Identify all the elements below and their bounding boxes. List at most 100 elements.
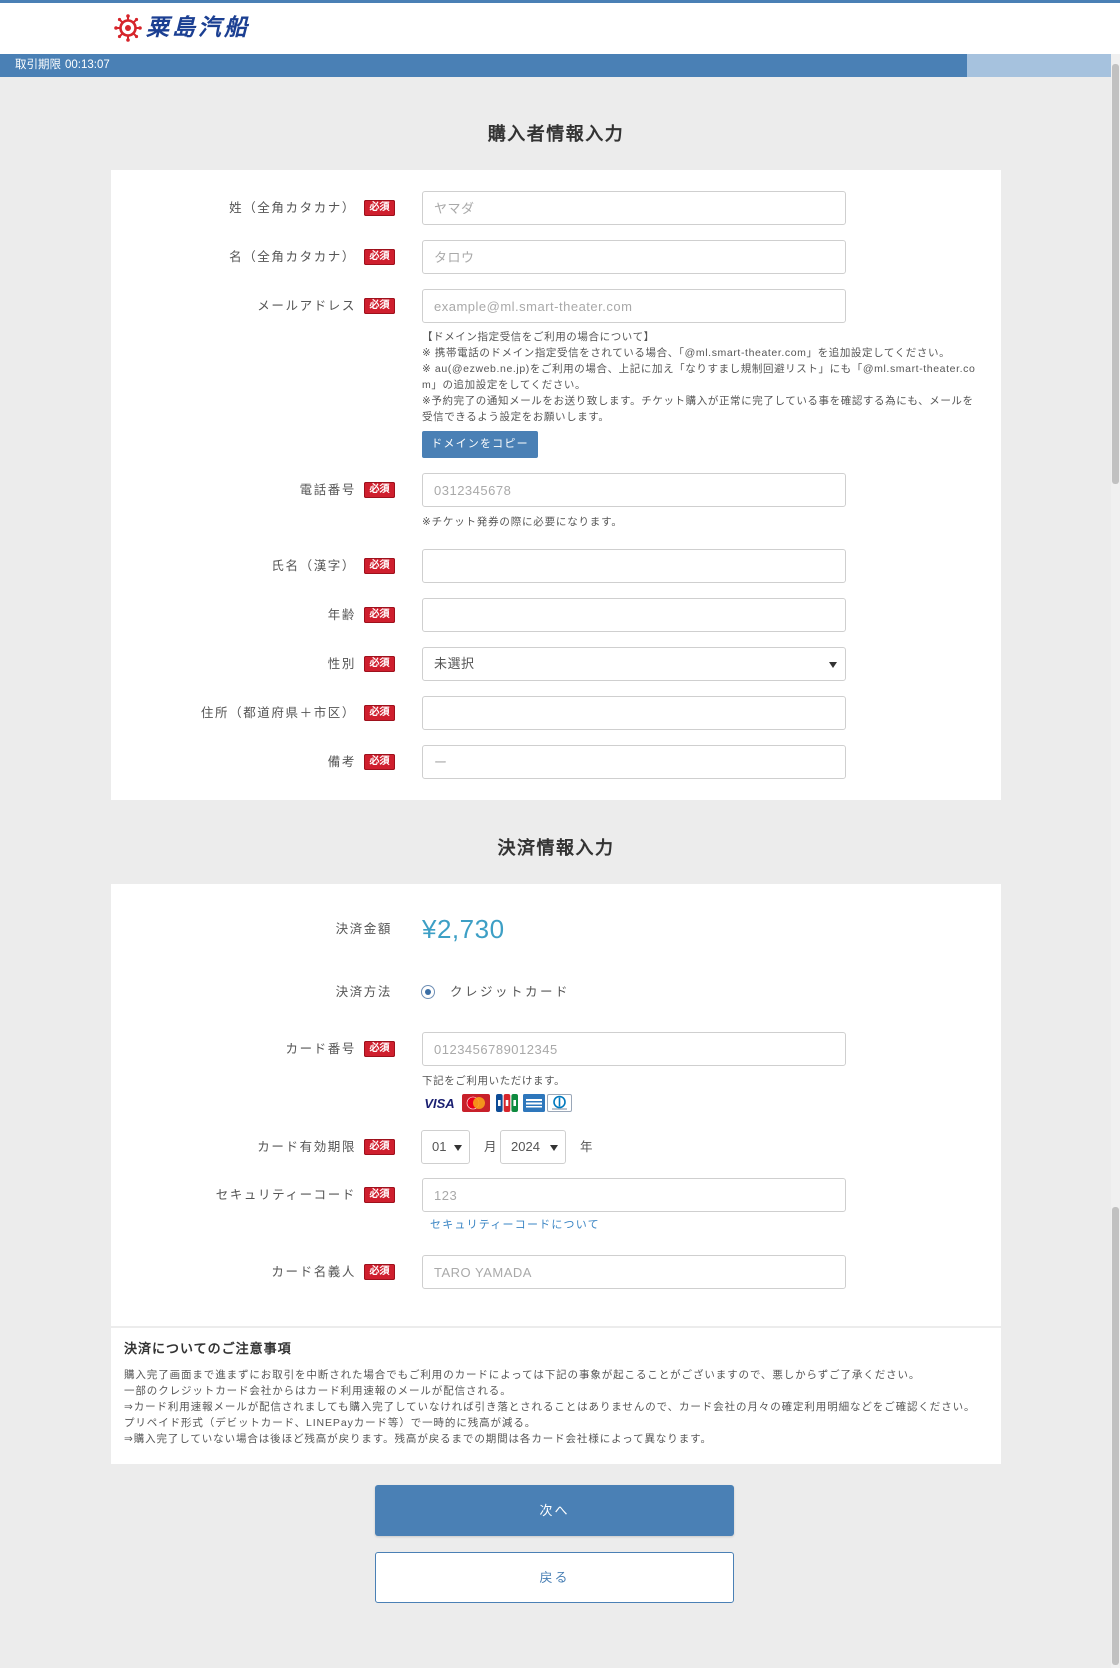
required-badge: 必須 [364,298,395,314]
payment-section-title: 決済情報入力 [497,838,615,858]
remarks-input[interactable] [422,745,846,779]
ship-wheel-icon [114,14,142,42]
first-name-kana-input[interactable] [422,240,846,274]
field-label: 氏名（漢字） [271,559,356,573]
notice-line: 一部のクレジットカード会社からはカード利用速報のメールが配信される。 [124,1385,512,1397]
required-badge: 必須 [364,200,395,216]
page-scrollbar[interactable] [1111,54,1120,1668]
timer-label: 取引期限 [15,59,61,71]
required-badge: 必須 [364,754,395,770]
field-label: 性別 [327,657,356,671]
field-row-card-holder: カード名義人 必須 [111,1255,1001,1289]
field-label: 電話番号 [299,483,356,497]
field-label: 名（全角カタカナ） [229,250,356,264]
scrollbar-thumb[interactable] [1112,1207,1119,1665]
email-note-line: 【ドメイン指定受信をご利用の場合について】 [422,331,655,343]
field-label: 決済方法 [335,985,392,999]
field-label: 住所（都道府県＋市区） [200,706,356,720]
required-badge: 必須 [364,1041,395,1057]
payment-notice-title: 決済についてのご注意事項 [124,1341,292,1356]
year-unit-label: 年 [580,1140,593,1154]
required-badge: 必須 [364,482,395,498]
field-row-first-name-kana: 名（全角カタカナ） 必須 [111,240,1001,274]
security-code-input[interactable] [422,1178,846,1212]
expiry-year-select[interactable]: 2024 [500,1130,566,1164]
required-badge: 必須 [364,1139,395,1155]
accepted-card-brands: VISA [422,1093,592,1113]
copy-domain-button[interactable]: ドメインをコピー [422,431,538,458]
email-input[interactable] [422,289,846,323]
required-badge: 必須 [364,558,395,574]
age-input[interactable] [422,598,846,632]
field-label: 備考 [327,755,356,769]
field-row-gender: 性別 必須 未選択 [111,647,1001,681]
expiry-month-value: 01 [432,1139,447,1154]
jcb-logo-icon [496,1094,518,1112]
field-label: 姓（全角カタカナ） [229,201,356,215]
last-name-kana-input[interactable] [422,191,846,225]
chevron-down-icon [454,1145,462,1151]
visa-logo-icon: VISA [424,1096,454,1111]
email-note-line: ※ 携帯電話のドメイン指定受信をされている場合、「@ml.smart-theat… [422,347,951,359]
required-badge: 必須 [364,1187,395,1203]
timer-text: 取引期限 00:13:07 [15,54,110,77]
gender-selected-value: 未選択 [434,656,475,671]
purchaser-section-title: 購入者情報入力 [487,124,625,144]
field-row-security-code: セキュリティーコード 必須 [111,1178,1001,1212]
field-row-payment-method: 決済方法 クレジットカード [111,975,1001,1009]
phone-input[interactable] [422,473,846,507]
card-holder-input[interactable] [422,1255,846,1289]
gender-select[interactable]: 未選択 [422,647,846,681]
notice-line: ⇒購入完了していない場合は後ほど残高が戻ります。残高が戻るまでの期間は各カード会… [124,1433,712,1445]
mastercard-logo-icon [462,1094,490,1112]
field-label: カード番号 [285,1042,356,1056]
notice-line: プリペイド形式（デビットカード、LINEPayカード等）で一時的に残高が減る。 [124,1417,537,1429]
security-code-help-link[interactable]: セキュリティーコードについて [430,1218,600,1232]
next-button[interactable]: 次へ [375,1485,734,1536]
field-label: カード有効期限 [257,1140,356,1154]
full-name-kanji-input[interactable] [422,549,846,583]
field-label: メールアドレス [257,299,356,313]
site-header: 粟島汽船 [0,0,1120,54]
section-divider [111,1326,1001,1328]
expiry-month-select[interactable]: 01 [421,1130,470,1164]
field-row-address: 住所（都道府県＋市区） 必須 [111,696,1001,730]
credit-card-option-label[interactable]: クレジットカード [450,975,570,1009]
field-row-amount: 決済金額 ¥2,730 [111,912,1001,946]
back-button[interactable]: 戻る [375,1552,734,1603]
chevron-down-icon [550,1145,558,1151]
field-row-age: 年齢 必須 [111,598,1001,632]
chevron-down-icon [829,662,837,668]
card-number-input[interactable] [422,1032,846,1066]
payment-amount: ¥2,730 [422,914,505,944]
address-input[interactable] [422,696,846,730]
credit-card-radio[interactable] [421,985,435,999]
field-row-card-number: カード番号 必須 [111,1032,1001,1066]
field-label: カード名義人 [271,1265,356,1279]
field-row-card-expiry: カード有効期限 必須 01 月 2024 年 [111,1130,1001,1164]
accepted-cards-note: 下記をご利用いただけます。 [422,1075,566,1087]
brand-logo-text[interactable]: 粟島汽船 [146,12,250,42]
purchaser-info-card: 姓（全角カタカナ） 必須 名（全角カタカナ） 必須 メールアドレス 必須 【ドメ… [111,170,1001,800]
field-row-remarks: 備考 必須 [111,745,1001,779]
email-domain-notes: 【ドメイン指定受信をご利用の場合について】 ※ 携帯電話のドメイン指定受信をされ… [422,329,984,425]
diners-club-logo-icon [547,1094,572,1112]
required-badge: 必須 [364,249,395,265]
field-row-email: メールアドレス 必須 [111,289,1001,323]
phone-note: ※チケット発券の際に必要になります。 [422,516,623,528]
field-label: セキュリティーコード [215,1188,356,1202]
required-badge: 必須 [364,1264,395,1280]
field-row-phone: 電話番号 必須 [111,473,1001,507]
email-note-line: ※予約完了の通知メールをお送り致します。チケット購入が正常に完了している事を確認… [422,395,974,423]
required-badge: 必須 [364,607,395,623]
transaction-timer-bar: 取引期限 00:13:07 [0,54,1111,77]
scrollbar-thumb[interactable] [1112,64,1119,484]
field-row-last-name-kana: 姓（全角カタカナ） 必須 [111,191,1001,225]
required-badge: 必須 [364,705,395,721]
field-row-full-name-kanji: 氏名（漢字） 必須 [111,549,1001,583]
expiry-year-value: 2024 [511,1139,540,1154]
payment-info-card: 決済金額 ¥2,730 決済方法 クレジットカード カード番号 必須 下記をご利… [111,884,1001,1464]
field-label: 年齢 [327,608,356,622]
field-label: 決済金額 [335,922,392,936]
notice-line: ⇒カード利用速報メールが配信されましても購入完了していなければ引き落とされること… [124,1401,976,1413]
